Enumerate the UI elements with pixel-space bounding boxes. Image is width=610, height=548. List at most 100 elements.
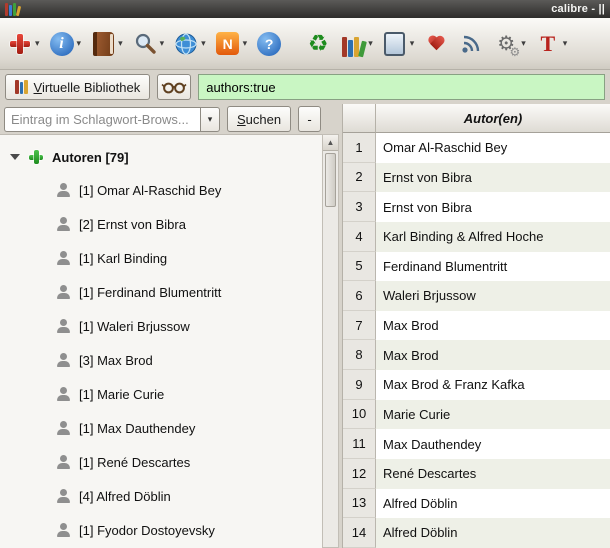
chevron-down-icon[interactable]: ▾: [160, 38, 165, 49]
scrollbar-thumb[interactable]: [325, 153, 336, 207]
author-column-header[interactable]: Autor(en): [376, 104, 610, 133]
row-number-cell: 6: [343, 281, 376, 311]
device-button[interactable]: ▾: [382, 31, 415, 57]
get-books-button[interactable]: ▾: [173, 31, 206, 57]
connect-share-button[interactable]: [458, 31, 484, 57]
tag-item[interactable]: [2] Ernst von Bibra: [0, 207, 322, 241]
table-row[interactable]: 6 Waleri Brjussow: [343, 281, 610, 311]
donate-button[interactable]: [423, 31, 449, 57]
help-icon: ?: [256, 31, 282, 57]
library-button[interactable]: ▾: [340, 31, 373, 57]
book-icon: [90, 31, 116, 57]
row-number-cell: 14: [343, 518, 376, 548]
row-number-cell: 3: [343, 192, 376, 222]
chevron-down-icon[interactable]: ▾: [77, 38, 82, 49]
author-cell: Max Dauthendey: [376, 429, 610, 459]
tag-item-label: [1] Marie Curie: [79, 386, 165, 402]
tag-item[interactable]: [1] Marie Curie: [0, 377, 322, 411]
search-button[interactable]: ▾: [132, 31, 165, 57]
author-cell: Waleri Brjussow: [376, 281, 610, 311]
tree-expand-icon[interactable]: [10, 154, 20, 160]
row-number-header[interactable]: [343, 104, 376, 133]
tag-browser-controls: ▾ Suchen -: [0, 104, 342, 134]
view-book-button[interactable]: ▾: [90, 31, 123, 57]
virtual-library-button[interactable]: Virtuelle Bibliothek: [5, 74, 151, 100]
globe-icon: [173, 31, 199, 57]
author-cell: Ernst von Bibra: [376, 192, 610, 222]
tag-browser-scrollbar[interactable]: ▲: [322, 134, 339, 548]
author-person-icon: [57, 217, 70, 231]
tag-item[interactable]: [1] Max Dauthendey: [0, 411, 322, 445]
tag-search-button[interactable]: Suchen: [227, 106, 292, 132]
add-books-icon: [7, 31, 33, 57]
tag-item[interactable]: [1] Fyodor Dostoyevsky: [0, 513, 322, 547]
tag-filter-input[interactable]: [4, 106, 200, 132]
book-list-header: Autor(en): [343, 104, 610, 133]
author-cell: Max Brod: [376, 310, 610, 341]
author-cell: Alfred Döblin: [376, 488, 610, 519]
author-person-icon: [57, 455, 70, 469]
chevron-down-icon[interactable]: ▾: [563, 38, 568, 49]
author-cell: Ernst von Bibra: [376, 162, 610, 193]
table-row[interactable]: 4 Karl Binding & Alfred Hoche: [343, 221, 610, 252]
calibre-logo-icon: [5, 2, 22, 16]
tag-item[interactable]: [1] René Descartes: [0, 445, 322, 479]
chevron-down-icon[interactable]: ▾: [521, 38, 526, 49]
collapse-button[interactable]: -: [298, 106, 322, 132]
scroll-up-icon[interactable]: ▲: [323, 135, 338, 151]
search-options-button[interactable]: [157, 74, 192, 100]
tag-item[interactable]: [1] Karl Binding: [0, 241, 322, 275]
search-input[interactable]: [198, 74, 605, 100]
table-row[interactable]: 10 Marie Curie: [343, 399, 610, 430]
gear-icon: ⚙ ⚙: [497, 32, 521, 59]
chevron-down-icon[interactable]: ▾: [118, 38, 123, 49]
author-cell: Ferdinand Blumentritt: [376, 251, 610, 282]
tag-item[interactable]: [1] Omar Al-Raschid Bey: [0, 173, 322, 207]
chevron-down-icon[interactable]: ▾: [201, 38, 206, 49]
author-person-icon: [57, 489, 70, 503]
row-number-cell: 11: [343, 429, 376, 459]
table-row[interactable]: 3 Ernst von Bibra: [343, 192, 610, 222]
tag-item-label: [4] Alfred Döblin: [79, 488, 171, 504]
tag-item[interactable]: [3] Max Brod: [0, 343, 322, 377]
tag-root-authors[interactable]: Autoren [79]: [0, 141, 322, 173]
row-number-cell: 8: [343, 340, 376, 370]
row-number-cell: 7: [343, 310, 376, 341]
convert-books-button[interactable]: ♻: [305, 31, 331, 57]
library-search-bar: Virtuelle Bibliothek: [0, 70, 610, 104]
tag-item-label: [3] Max Brod: [79, 352, 153, 368]
book-rows: 1 Omar Al-Raschid Bey 2 Ernst von Bibra …: [343, 133, 610, 548]
table-row[interactable]: 7 Max Brod: [343, 310, 610, 341]
table-row[interactable]: 9 Max Brod & Franz Kafka: [343, 370, 610, 400]
preferences-button[interactable]: ⚙ ⚙ ▾: [493, 31, 526, 59]
table-row[interactable]: 12 René Descartes: [343, 458, 610, 489]
table-row[interactable]: 2 Ernst von Bibra: [343, 162, 610, 193]
edit-metadata-button[interactable]: i ▾: [49, 31, 82, 57]
tag-item[interactable]: [4] Alfred Döblin: [0, 479, 322, 513]
tag-item-label: [1] Fyodor Dostoyevsky: [79, 522, 215, 538]
author-person-icon: [57, 353, 70, 367]
table-row[interactable]: 8 Max Brod: [343, 340, 610, 370]
chevron-down-icon[interactable]: ▾: [410, 38, 415, 49]
tag-item[interactable]: [1] Ferdinand Blumentritt: [0, 275, 322, 309]
author-person-icon: [57, 387, 70, 401]
help-button[interactable]: ?: [256, 31, 282, 57]
fetch-news-button[interactable]: N ▾: [215, 31, 248, 57]
chevron-down-icon[interactable]: ▾: [200, 106, 220, 132]
table-row[interactable]: 11 Max Dauthendey: [343, 429, 610, 459]
virtual-library-label: Virtuelle Bibliothek: [33, 79, 141, 95]
template-button[interactable]: T ▾: [535, 31, 568, 57]
chevron-down-icon[interactable]: ▾: [368, 38, 373, 49]
table-row[interactable]: 14 Alfred Döblin: [343, 518, 610, 548]
chevron-down-icon[interactable]: ▾: [243, 38, 248, 49]
tag-item-label: [1] Ferdinand Blumentritt: [79, 284, 222, 300]
add-books-button[interactable]: ▾: [7, 31, 40, 57]
table-row[interactable]: 5 Ferdinand Blumentritt: [343, 251, 610, 282]
table-row[interactable]: 13 Alfred Döblin: [343, 488, 610, 519]
row-number-cell: 4: [343, 221, 376, 252]
tag-browser-panel: Autoren [79] [1] Omar Al-Raschid Bey [2]…: [0, 134, 322, 548]
table-row[interactable]: 1 Omar Al-Raschid Bey: [343, 133, 610, 163]
author-person-icon: [57, 523, 70, 537]
tag-item[interactable]: [1] Waleri Brjussow: [0, 309, 322, 343]
chevron-down-icon[interactable]: ▾: [35, 38, 40, 49]
